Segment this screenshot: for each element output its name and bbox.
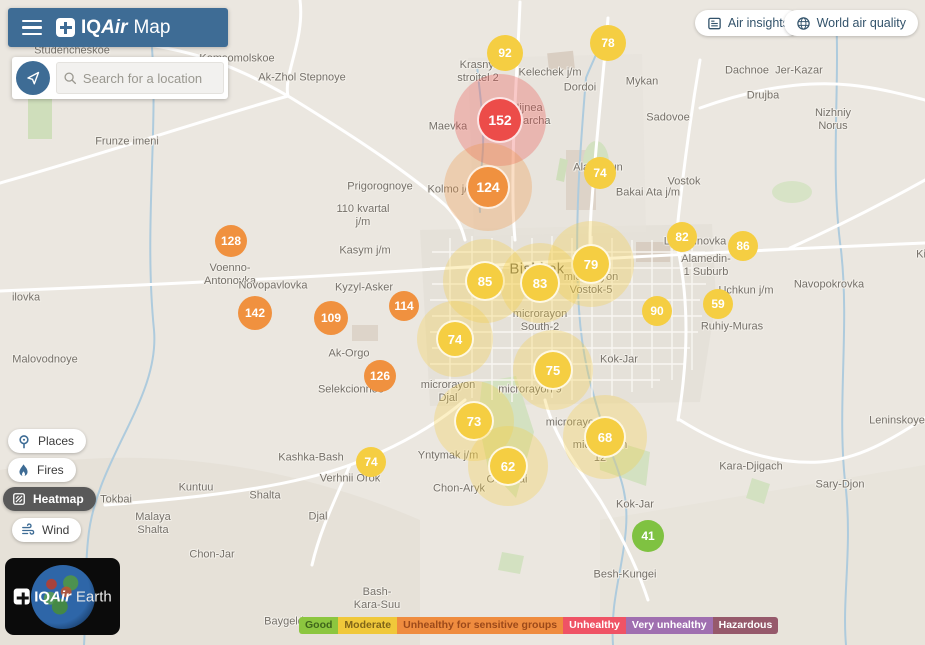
heatmap-layer-button[interactable]: Heatmap — [3, 487, 96, 511]
aqi-marker-value: 41 — [632, 520, 664, 552]
aqi-marker[interactable]: 142 — [238, 296, 272, 330]
app-name: Map — [133, 17, 170, 39]
search-input[interactable] — [83, 71, 217, 86]
aqi-marker[interactable]: 74 — [584, 157, 616, 189]
aqi-marker[interactable]: 82 — [667, 222, 697, 252]
earth-brand: IQAir Earth — [13, 588, 112, 605]
aqi-marker-value: 152 — [477, 97, 523, 143]
aqi-marker-value: 142 — [238, 296, 272, 330]
places-label: Places — [38, 434, 74, 448]
aqi-marker-value: 82 — [667, 222, 697, 252]
legend-item-moderate: Moderate — [338, 617, 397, 634]
aqi-marker[interactable]: 90 — [642, 296, 672, 326]
aqi-marker[interactable]: 62 — [488, 446, 528, 486]
aqi-marker-value: 90 — [642, 296, 672, 326]
earth-brand-name: IQAir — [34, 588, 71, 605]
aqi-marker[interactable]: 152 — [477, 97, 523, 143]
aqi-marker[interactable]: 74 — [436, 320, 474, 358]
iqair-map-app: StudencheskoeKomsomolskoeAk-Zhol Stepnoy… — [0, 0, 925, 645]
aqi-marker-value: 109 — [314, 301, 348, 335]
aqi-marker-value: 74 — [356, 447, 386, 477]
fires-label: Fires — [37, 463, 64, 477]
menu-icon[interactable] — [22, 20, 42, 36]
aqi-marker-value: 74 — [436, 320, 474, 358]
fires-layer-button[interactable]: Fires — [8, 458, 76, 482]
brand-name: IQAir — [81, 17, 127, 39]
iqair-plus-icon — [13, 589, 29, 605]
app-header: IQAir Map — [8, 8, 228, 47]
wind-layer-button[interactable]: Wind — [12, 518, 81, 542]
aqi-marker[interactable]: 128 — [215, 225, 247, 257]
legend-item-unhealthy-for-sensitive-groups: Unhealthy for sensitive groups — [397, 617, 563, 634]
aqi-marker[interactable]: 78 — [590, 25, 626, 61]
aqi-marker[interactable]: 114 — [389, 291, 419, 321]
heatmap-icon — [12, 492, 26, 506]
aqi-marker-value: 75 — [533, 350, 573, 390]
search-panel — [12, 57, 228, 99]
aqi-marker[interactable]: 124 — [466, 165, 510, 209]
aqi-marker-value: 78 — [590, 25, 626, 61]
search-icon — [63, 70, 77, 86]
aqi-marker-value: 128 — [215, 225, 247, 257]
aqi-marker-value: 114 — [389, 291, 419, 321]
aqi-marker[interactable]: 59 — [703, 289, 733, 319]
aqi-marker[interactable]: 74 — [356, 447, 386, 477]
aqi-marker-value: 85 — [465, 261, 505, 301]
legend-item-very-unhealthy: Very unhealthy — [626, 617, 713, 634]
aqi-marker[interactable]: 75 — [533, 350, 573, 390]
wind-icon — [21, 523, 35, 537]
legend-item-unhealthy: Unhealthy — [563, 617, 626, 634]
aqi-marker-value: 59 — [703, 289, 733, 319]
iqair-plus-icon — [56, 18, 75, 37]
air-insights-label: Air insights — [728, 16, 789, 30]
aqi-marker-value: 74 — [584, 157, 616, 189]
legend-item-hazardous: Hazardous — [713, 617, 779, 634]
aqi-marker[interactable]: 83 — [520, 263, 560, 303]
flame-icon — [17, 463, 30, 478]
aqi-marker-value: 62 — [488, 446, 528, 486]
search-field[interactable] — [56, 62, 224, 94]
globe-icon — [796, 16, 811, 31]
heatmap-label: Heatmap — [33, 492, 84, 506]
aqi-marker-value: 86 — [728, 231, 758, 261]
aqi-marker-value: 126 — [364, 360, 396, 392]
legend-item-good: Good — [299, 617, 338, 634]
aqi-marker[interactable]: 86 — [728, 231, 758, 261]
aqi-marker[interactable]: 126 — [364, 360, 396, 392]
pin-icon — [17, 434, 31, 449]
iqair-earth-badge[interactable]: IQAir Earth — [5, 558, 120, 635]
aqi-marker[interactable]: 92 — [487, 35, 523, 71]
navigation-arrow-icon — [25, 70, 41, 86]
aqi-legend: GoodModerateUnhealthy for sensitive grou… — [299, 617, 778, 634]
aqi-marker[interactable]: 109 — [314, 301, 348, 335]
world-air-quality-label: World air quality — [817, 16, 906, 30]
aqi-marker[interactable]: 68 — [584, 416, 626, 458]
aqi-marker-value: 68 — [584, 416, 626, 458]
aqi-marker[interactable]: 41 — [632, 520, 664, 552]
aqi-marker[interactable]: 85 — [465, 261, 505, 301]
aqi-marker-value: 124 — [466, 165, 510, 209]
aqi-marker-value: 92 — [487, 35, 523, 71]
locate-me-button[interactable] — [16, 61, 50, 95]
wind-label: Wind — [42, 523, 69, 537]
places-layer-button[interactable]: Places — [8, 429, 86, 453]
iqair-logo: IQAir Map — [56, 17, 170, 39]
aqi-marker-value: 83 — [520, 263, 560, 303]
news-icon — [707, 16, 722, 31]
world-air-quality-button[interactable]: World air quality — [784, 10, 918, 36]
earth-suffix: Earth — [76, 588, 112, 605]
